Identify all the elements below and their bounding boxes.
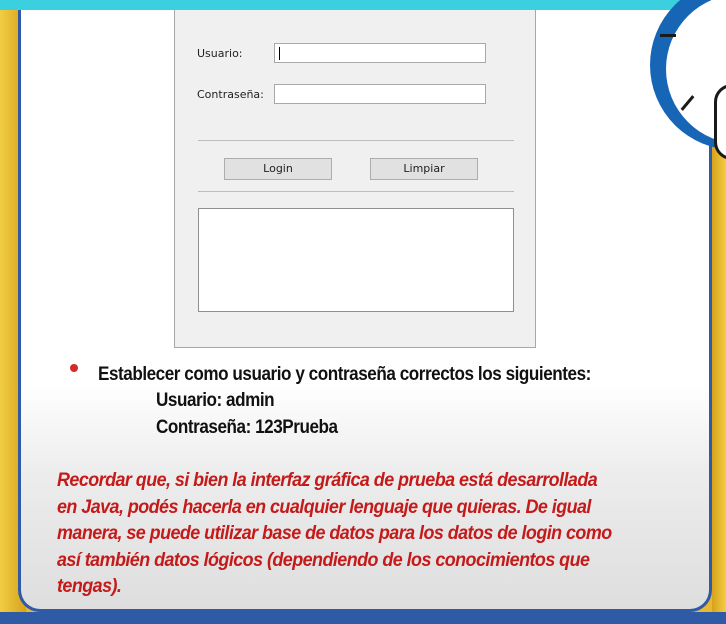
note-line: Recordar que, si bien la interfaz gráfic… <box>57 469 598 491</box>
mascot-mark <box>660 34 676 37</box>
note-line: manera, se puede utilizar base de datos … <box>57 522 612 544</box>
username-label: Usuario: <box>197 47 243 60</box>
note-paragraph: Recordar que, si bien la interfaz gráfic… <box>57 467 646 600</box>
login-form-window: Usuario: Contraseña: Login Limpiar <box>174 10 536 348</box>
clear-button[interactable]: Limpiar <box>370 158 478 180</box>
separator <box>198 191 514 192</box>
note-line: tengas). <box>57 575 122 597</box>
login-button[interactable]: Login <box>224 158 332 180</box>
text-caret <box>279 47 280 60</box>
note-line: en Java, podés hacerla en cualquier leng… <box>57 495 591 518</box>
mascot-graphic <box>650 0 726 160</box>
username-input[interactable] <box>274 43 486 63</box>
note-line: así también datos lógicos (dependiendo d… <box>57 548 590 571</box>
bullet-icon <box>70 364 78 372</box>
instruction-text: Establecer como usuario y contraseña cor… <box>98 364 591 385</box>
bottom-frame <box>0 612 726 624</box>
password-input[interactable] <box>274 84 486 104</box>
password-instruction: Contraseña: 123Prueba <box>156 417 338 438</box>
output-textarea[interactable] <box>198 208 514 312</box>
password-label: Contraseña: <box>197 88 264 101</box>
username-instruction: Usuario: admin <box>156 390 275 411</box>
separator <box>198 140 514 141</box>
glove-icon <box>714 84 726 160</box>
